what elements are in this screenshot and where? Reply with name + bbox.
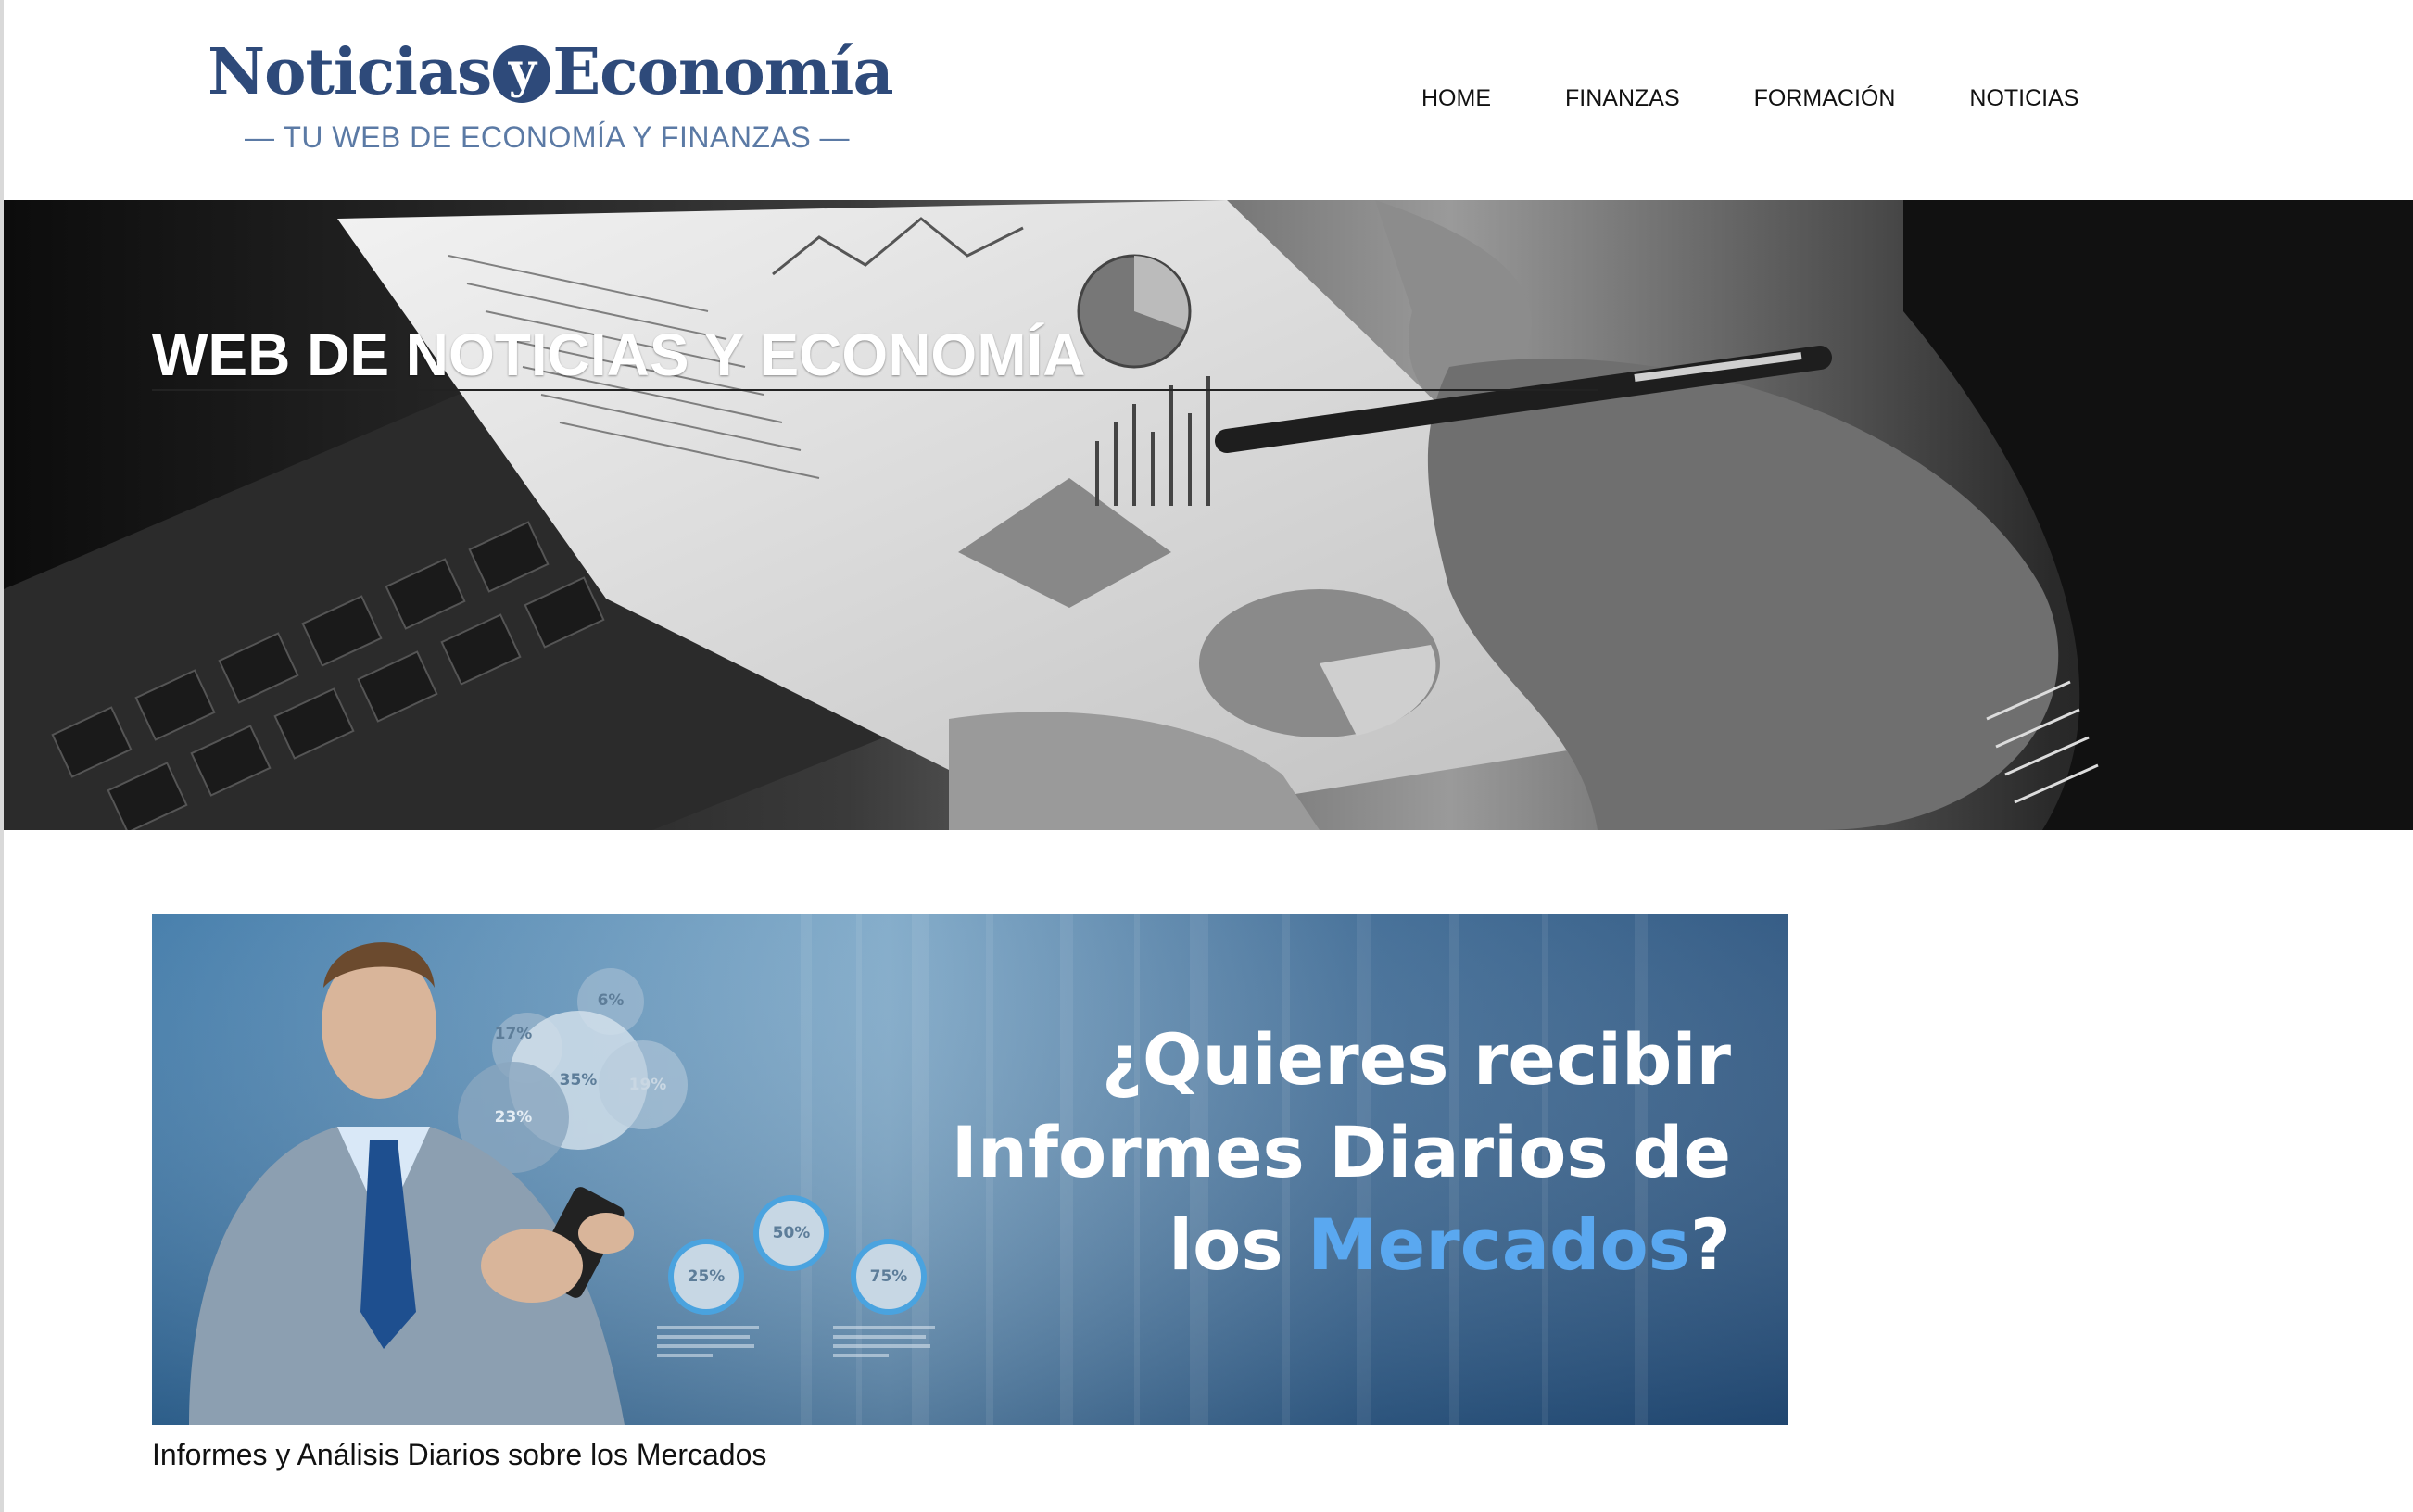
bubble-label: 50% [773,1224,811,1242]
promo-banner-informes[interactable]: 17% 6% 35% 19% 23% 50% 25% 75% ¿Quieres … [152,914,1788,1425]
site-logo[interactable]: Noticias y Economía — TU WEB DE ECONOMÍA Y… [208,35,894,165]
nav-noticias[interactable]: NOTICIAS [1969,80,2078,117]
hero-title: WEB DE NOTICIAS Y ECONOMÍA [152,321,1086,388]
nav-formacion[interactable]: FORMACIÓN [1754,80,1896,117]
promo-line-3: los Mercados? [952,1199,1731,1292]
promo-headline: ¿Quieres recibir Informes Diarios de los… [952,1014,1731,1292]
logo-tagline: — TU WEB DE ECONOMÍA Y FINANZAS — [245,120,851,154]
promo-caption-link[interactable]: Informes y Análisis Diarios sobre los Me… [152,1438,766,1472]
main-nav: HOME FINANZAS FORMACIÓN NOTICIAS [1421,80,2153,117]
promo-highlight-mercados: Mercados [1308,1203,1690,1286]
logo-title: Noticias y Economía [208,35,894,109]
bubble-label: 75% [870,1267,908,1286]
hero-background-image [4,200,2413,830]
promo-line-2: Informes Diarios de [951,1111,1731,1193]
nav-home[interactable]: HOME [1421,80,1491,117]
bubble-label: 19% [629,1076,667,1094]
logo-word-noticias: Noticias [208,35,492,109]
promo-line-3-post: ? [1689,1203,1731,1286]
logo-y-badge: y [493,44,551,103]
nav-finanzas[interactable]: FINANZAS [1565,80,1680,117]
bubble-label: 23% [495,1108,533,1127]
promo-line-1: ¿Quieres recibir [1101,1018,1731,1101]
hero-title-underline [152,389,1598,391]
bubble-label: 35% [560,1071,598,1090]
bubble-label: 25% [688,1267,726,1286]
bubble-label: 6% [598,991,625,1010]
promo-line-3-pre: los [1169,1203,1308,1286]
logo-word-economia: Economía [552,35,893,109]
bubble-label: 17% [495,1025,533,1043]
hero-banner: WEB DE NOTICIAS Y ECONOMÍA [4,200,2413,830]
site-header: Noticias y Economía — TU WEB DE ECONOMÍA Y… [4,0,2413,200]
